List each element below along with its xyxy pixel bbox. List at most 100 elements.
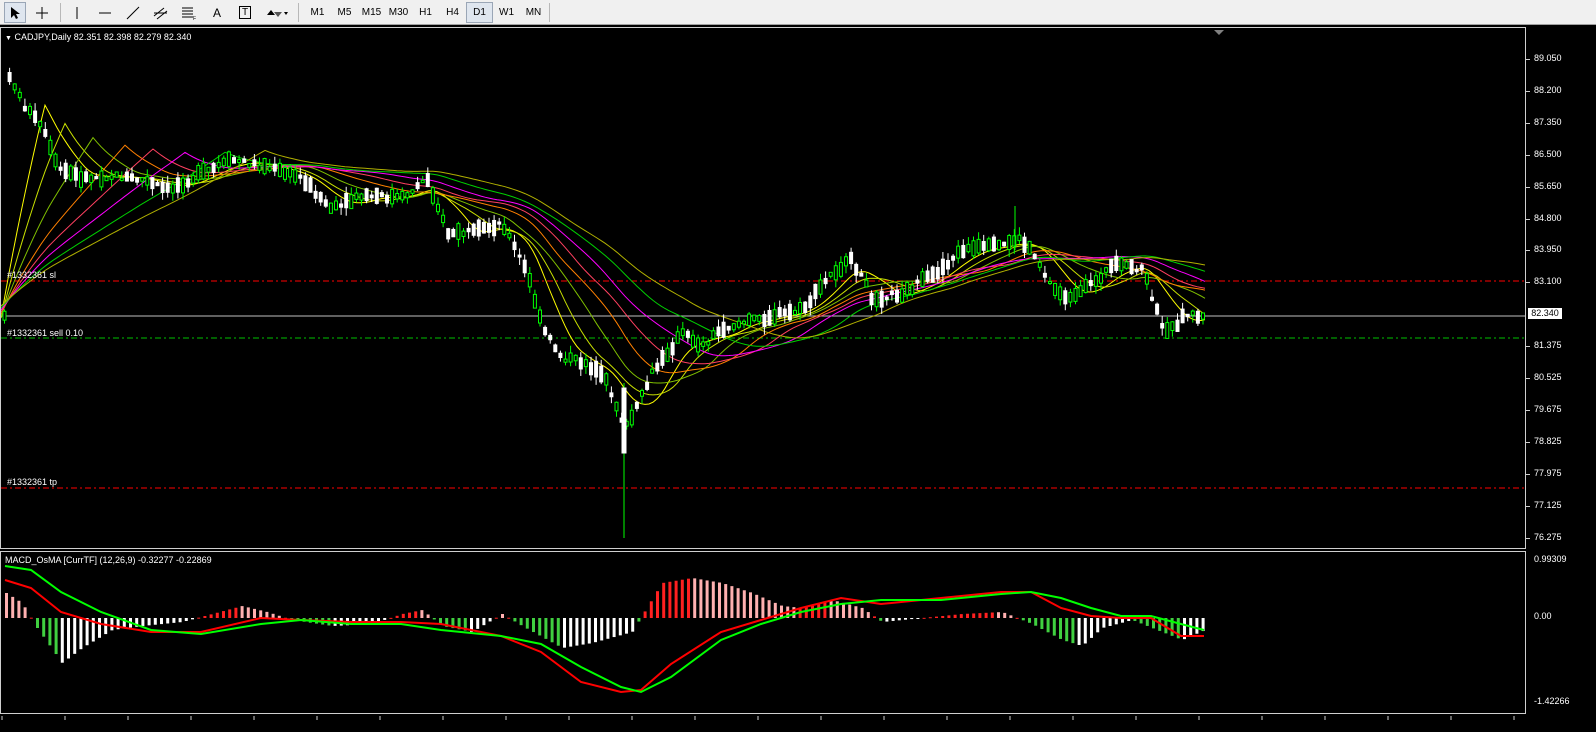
fibonacci-icon[interactable]: F — [178, 2, 200, 23]
macd-histogram-bar — [668, 581, 672, 618]
candle-body — [706, 341, 711, 346]
candle-body — [369, 194, 374, 199]
horizontal-line-icon[interactable] — [94, 2, 116, 23]
candle-body — [1150, 296, 1154, 301]
shift-marker-icon[interactable] — [1214, 30, 1224, 36]
candle-body — [548, 334, 553, 341]
candle-body — [252, 159, 257, 167]
macd-histogram-bar — [631, 618, 635, 632]
price-chart[interactable] — [1, 28, 1525, 548]
macd-histogram-bar — [656, 591, 659, 618]
candle-body — [946, 259, 950, 270]
candle-body — [696, 337, 701, 353]
candle-body — [752, 314, 757, 322]
macd-histogram-bar — [817, 603, 821, 618]
price-chart-panel[interactable]: ▼ CADJPY,Daily 82.351 82.398 82.279 82.3… — [0, 27, 1526, 549]
macd-histogram-bar — [594, 618, 597, 643]
candle-body — [63, 162, 68, 180]
macd-histogram-bar — [854, 606, 858, 618]
candle-body — [1093, 275, 1098, 287]
macd-histogram-bar — [649, 601, 653, 618]
macd-histogram-bar — [606, 618, 610, 639]
macd-histogram-bar — [5, 593, 8, 618]
candle-body — [436, 203, 440, 213]
text-label-icon[interactable]: T — [234, 2, 256, 23]
macd-histogram-bar — [73, 618, 77, 654]
macd-histogram-bar — [953, 614, 957, 618]
macd-histogram-bar — [191, 618, 194, 620]
candle-body — [216, 161, 221, 169]
candle-body — [79, 171, 83, 188]
candle-body — [262, 157, 267, 175]
candle-body — [966, 243, 971, 253]
macd-histogram-bar — [42, 618, 46, 637]
candle-body — [1144, 273, 1149, 285]
candle-body — [323, 199, 328, 207]
timeframe-d1-button[interactable]: D1 — [466, 2, 493, 23]
candle-body — [864, 279, 869, 288]
candle-body — [793, 309, 797, 315]
candle-body — [583, 359, 588, 368]
timeframe-m15-button[interactable]: M15 — [358, 2, 385, 23]
candle-body — [53, 153, 58, 168]
timeframe-m30-button[interactable]: M30 — [385, 2, 412, 23]
price-scale-tick — [1526, 441, 1530, 443]
current-price-badge: 82.340 — [1528, 308, 1562, 320]
timeframe-h4-button[interactable]: H4 — [439, 2, 466, 23]
macd-histogram-bar — [866, 612, 870, 618]
candle-body — [1048, 280, 1052, 284]
timeframe-m1-button[interactable]: M1 — [304, 2, 331, 23]
macd-panel[interactable]: MACD_OsMA [CurrTF] (12,26,9) -0.32277 -0… — [0, 551, 1526, 714]
candle-body — [747, 313, 752, 326]
candle-body — [339, 203, 344, 208]
macd-histogram-bar — [1096, 618, 1100, 633]
candle-body — [1099, 273, 1103, 284]
timeframe-h1-button[interactable]: H1 — [412, 2, 439, 23]
candle-body — [1002, 241, 1007, 247]
candle-body — [961, 244, 966, 259]
price-scale-tick — [1526, 90, 1530, 92]
candle-body — [405, 192, 410, 199]
macd-histogram-bar — [848, 604, 852, 618]
macd-scale-label: -1.42266 — [1534, 696, 1570, 706]
macd-histogram-bar — [507, 617, 511, 619]
candle-body — [680, 328, 685, 337]
candle-body — [701, 341, 706, 347]
macd-scale[interactable]: 0.99309 0.00 -1.42266 — [1526, 551, 1596, 714]
macd-histogram-bar — [1059, 618, 1062, 639]
candle-body — [446, 228, 451, 240]
candle-body — [604, 373, 609, 386]
macd-histogram-bar — [742, 590, 746, 618]
candle-body — [456, 223, 461, 240]
price-scale-label: 88.200 — [1534, 84, 1562, 95]
price-scale-tick — [1526, 250, 1530, 252]
price-scale[interactable]: 89.050 88.200 87.350 86.500 85.650 84.800 83.9… — [1526, 27, 1596, 549]
macd-histogram-bar — [271, 613, 275, 618]
vertical-line-icon[interactable] — [66, 2, 88, 23]
candle-body — [1042, 272, 1047, 278]
macd-histogram-bar — [997, 612, 1000, 618]
candle-body — [318, 191, 323, 203]
price-scale-tick — [1526, 378, 1530, 379]
candle-body — [889, 290, 894, 296]
timeframe-mn-button[interactable]: MN — [520, 2, 547, 23]
candle-body — [303, 175, 308, 192]
macd-histogram-bar — [228, 609, 232, 618]
candle-body — [466, 227, 471, 233]
candle-body — [68, 165, 73, 181]
cursor-arrow-icon[interactable] — [4, 2, 26, 23]
price-scale-tick — [1526, 346, 1530, 348]
candle-body — [1073, 288, 1078, 302]
macd-chart[interactable] — [1, 552, 1525, 713]
text-icon[interactable]: A — [206, 2, 228, 23]
candle-body — [691, 334, 695, 348]
timeframe-w1-button[interactable]: W1 — [493, 2, 520, 23]
trendline-icon[interactable] — [122, 2, 144, 23]
macd-histogram-bar — [736, 588, 740, 618]
candle-body — [160, 181, 165, 194]
macd-histogram-bar — [60, 618, 64, 663]
timeframe-m5-button[interactable]: M5 — [331, 2, 358, 23]
arrows-icon[interactable] — [262, 2, 292, 23]
equidistant-channel-icon[interactable] — [150, 2, 172, 23]
crosshair-icon[interactable] — [31, 2, 53, 23]
